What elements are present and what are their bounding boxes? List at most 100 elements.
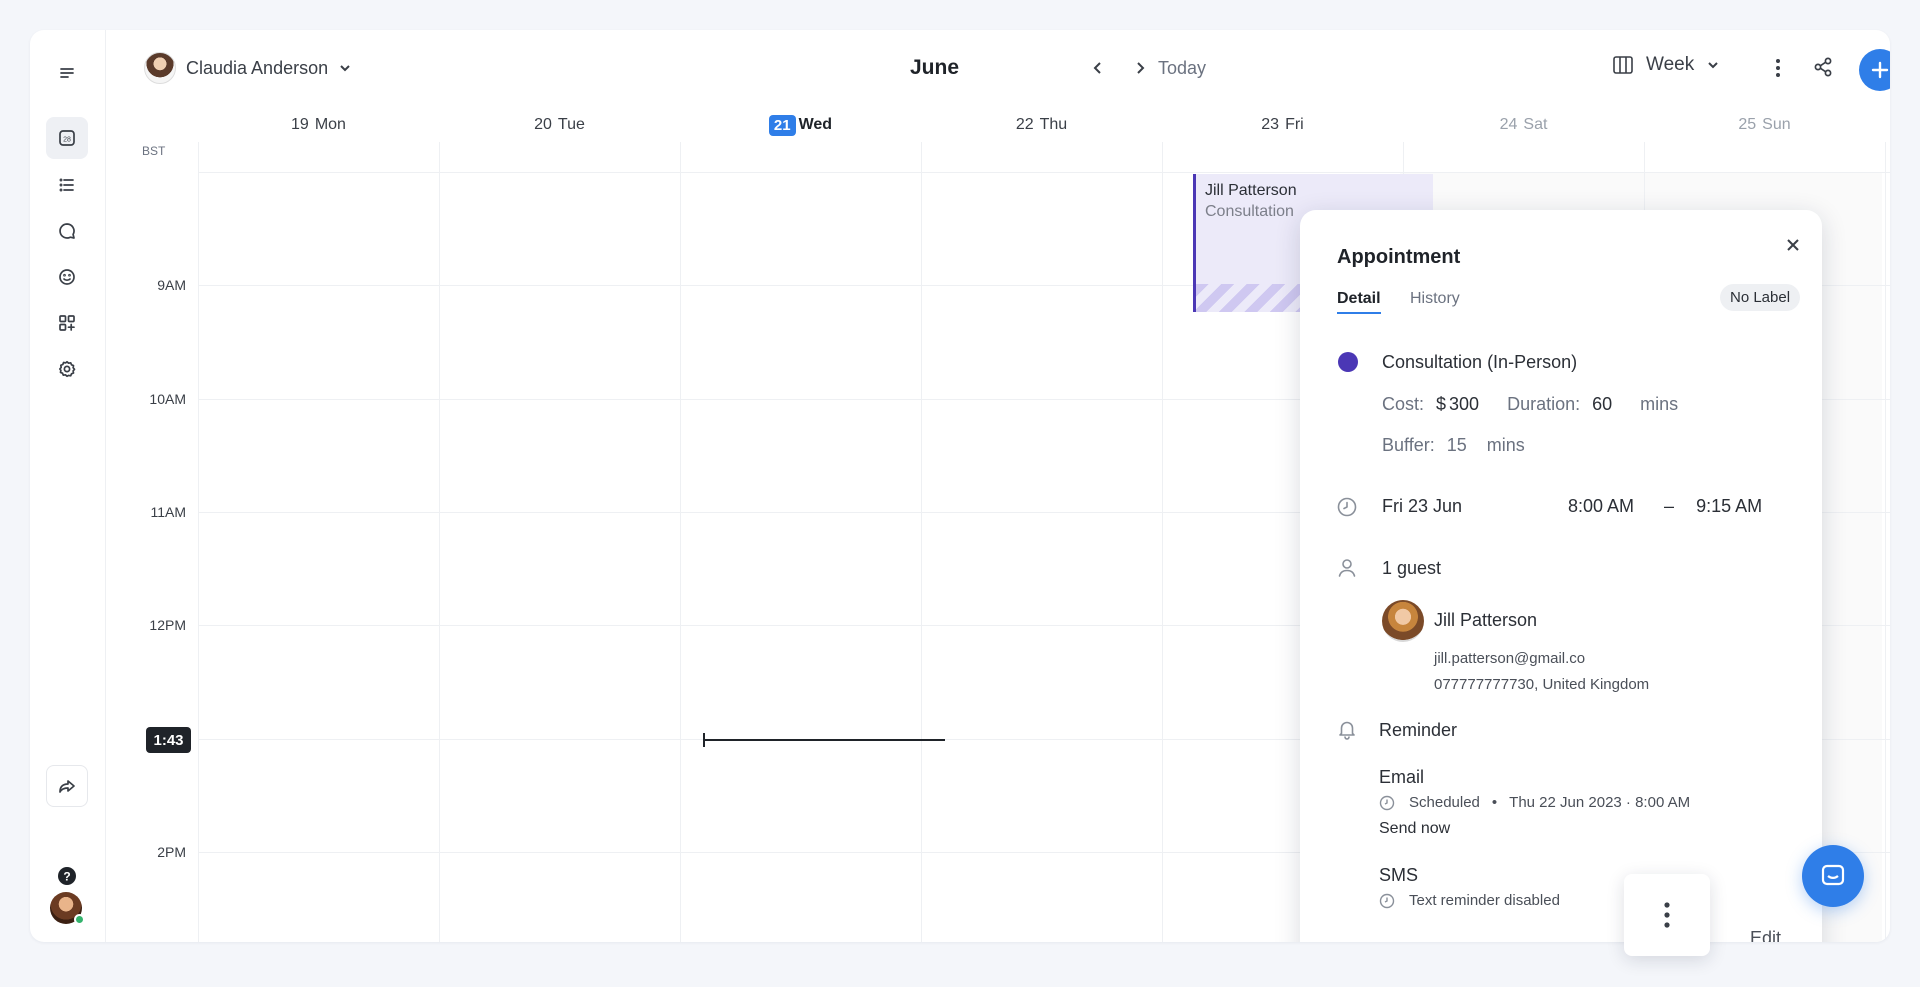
email-status: Scheduled — [1409, 794, 1480, 811]
appointment-date[interactable]: Fri 23 Jun — [1382, 496, 1462, 517]
next-week-button[interactable] — [1128, 56, 1152, 80]
column-divider — [198, 142, 199, 942]
event-name: Jill Patterson — [1205, 182, 1297, 199]
current-time-line — [704, 739, 945, 741]
user-name: Claudia Anderson — [186, 57, 329, 78]
date-row: Fri 23 Jun — [1382, 496, 1462, 517]
settings-icon[interactable] — [46, 348, 88, 390]
day-name: Mon — [314, 116, 346, 133]
hour-label: 10AM — [149, 391, 186, 407]
guest-phone: 077777777730, United Kingdom — [1434, 676, 1650, 693]
day-header-sat[interactable]: 24 Sat — [1403, 110, 1644, 140]
bell-icon — [1336, 718, 1358, 740]
guest-avatar — [1382, 600, 1424, 642]
clock-icon — [1379, 893, 1395, 908]
more-actions-button[interactable] — [1624, 874, 1710, 956]
day-number: 20 — [534, 116, 552, 133]
help-icon[interactable]: ? — [46, 855, 88, 897]
edit-button[interactable]: Edit — [1750, 928, 1781, 942]
column-divider — [439, 142, 440, 942]
calendar-icon[interactable]: 28 — [46, 117, 88, 159]
chevron-down-icon — [1708, 62, 1718, 69]
current-time-badge: 1:43 — [146, 727, 191, 753]
day-header-mon[interactable]: 19 Mon — [198, 110, 439, 140]
send-now-text: Send now — [1379, 820, 1451, 837]
share-icon — [1814, 57, 1832, 77]
day-header-fri[interactable]: 23 Fri — [1162, 110, 1403, 140]
sms-reminder-title: SMS — [1379, 865, 1418, 886]
svg-text:?: ? — [63, 870, 70, 884]
duration-label: Duration: — [1507, 394, 1581, 414]
close-icon — [1787, 239, 1799, 251]
cost-label: Cost: — [1382, 394, 1425, 414]
day-header-tue[interactable]: 20 Tue — [439, 110, 680, 140]
hour-label: 12PM — [149, 617, 186, 633]
kebab-icon — [1664, 902, 1670, 928]
timezone-label: BST — [142, 144, 166, 158]
chat-bubble-icon — [1821, 864, 1845, 886]
day-name: Thu — [1039, 116, 1068, 133]
service-color-dot — [1338, 352, 1358, 372]
calendar-app: 28 ? Claudia Anderson June Today Week 19… — [30, 30, 1890, 942]
tab-history[interactable]: History — [1410, 290, 1460, 308]
start-time[interactable]: 8:00 AM — [1568, 496, 1634, 517]
share-button[interactable] — [1812, 56, 1836, 80]
event-type: Consultation — [1205, 203, 1294, 220]
chevron-left-icon — [1093, 62, 1101, 74]
apps-icon[interactable] — [46, 302, 88, 344]
guest-count-text: 1 guest — [1382, 558, 1442, 578]
smiley-icon[interactable] — [46, 256, 88, 298]
column-divider — [1885, 142, 1886, 942]
end-time[interactable]: 9:15 AM — [1696, 496, 1762, 517]
day-headers: 19 Mon 20 Tue 21 Wed 22 Thu 23 Fri 24 Sat 25 Su… — [198, 110, 1890, 142]
day-number: 25 — [1738, 116, 1757, 133]
buffer-label: Buffer: — [1382, 435, 1435, 455]
day-name: Wed — [798, 116, 833, 133]
column-divider — [921, 142, 922, 942]
email-title-text: Email — [1379, 767, 1425, 787]
plus-icon — [1871, 61, 1889, 79]
list-icon[interactable] — [46, 164, 88, 206]
guest-name[interactable]: Jill Patterson — [1434, 610, 1537, 631]
day-header-sun[interactable]: 25 Sun — [1644, 110, 1885, 140]
more-options-button[interactable] — [1766, 56, 1790, 80]
chevron-down-icon — [340, 65, 350, 72]
column-divider — [680, 142, 681, 942]
sms-status: Text reminder disabled — [1409, 892, 1560, 909]
tab-detail[interactable]: Detail — [1337, 290, 1381, 314]
duration-unit: mins — [1640, 394, 1679, 414]
view-selector[interactable]: Week — [1612, 54, 1720, 76]
close-button[interactable] — [1780, 232, 1806, 258]
label-chip[interactable]: No Label — [1720, 284, 1801, 311]
kebab-icon — [1776, 59, 1780, 77]
guest-email: jill.patterson@gmail.co — [1434, 650, 1586, 667]
user-selector[interactable]: Claudia Anderson — [144, 52, 352, 84]
clock-icon — [1336, 496, 1358, 518]
cost-value: 300 — [1449, 394, 1480, 414]
columns-icon — [1613, 56, 1633, 74]
day-name: Fri — [1285, 116, 1304, 133]
day-number: 23 — [1261, 116, 1280, 133]
support-chat-button[interactable] — [1802, 845, 1864, 907]
day-name: Sun — [1762, 116, 1791, 133]
svg-text:28: 28 — [63, 137, 71, 144]
duration-value: 60 — [1592, 394, 1613, 414]
month-title: June — [910, 56, 960, 79]
today-button[interactable]: Today — [1158, 58, 1206, 79]
left-rail: 28 ? — [30, 30, 106, 942]
add-event-button[interactable] — [1859, 49, 1890, 91]
online-status-dot — [74, 914, 85, 925]
share-arrow-icon[interactable] — [46, 765, 88, 807]
day-number: 19 — [291, 116, 309, 133]
day-header-thu[interactable]: 22 Thu — [921, 110, 1162, 140]
user-avatar — [144, 52, 176, 84]
send-now-link[interactable]: Send now — [1379, 820, 1450, 838]
guest-name-row: Jill Patterson — [1434, 610, 1537, 631]
guest-count: 1 guest — [1382, 558, 1441, 579]
day-header-wed[interactable]: 21 Wed — [680, 110, 921, 140]
appointment-popover: Appointment Detail History No Label Cons… — [1300, 210, 1822, 942]
sms-reminder-status: Text reminder disabled — [1379, 892, 1560, 909]
chat-icon[interactable] — [46, 210, 88, 252]
prev-week-button[interactable] — [1086, 56, 1110, 80]
menu-icon[interactable] — [46, 52, 88, 94]
